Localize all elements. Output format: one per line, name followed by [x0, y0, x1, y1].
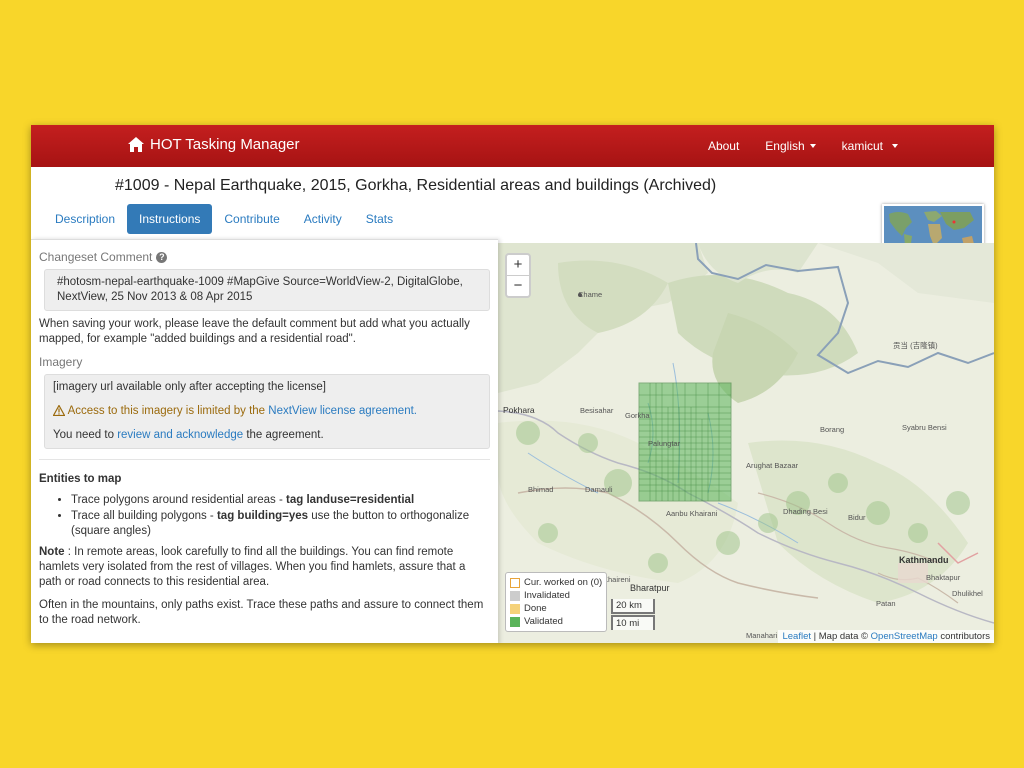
place-label: Kathmandu [899, 555, 949, 565]
legend-swatch [510, 577, 520, 588]
attribution-suffix: contributors [937, 631, 990, 642]
place-label: Chame [578, 290, 603, 299]
changeset-hint: When saving your work, please leave the … [39, 318, 470, 345]
brand-label: HOT Tasking Manager [150, 136, 300, 153]
place-label: Palungtar [648, 439, 681, 448]
openstreetmap-link[interactable]: OpenStreetMap [871, 631, 938, 642]
page-title: #1009 - Nepal Earthquake, 2015, Gorkha, … [115, 177, 717, 194]
place-label: Manahari [746, 631, 778, 640]
map-attribution: Leaflet | Map data © OpenStreetMap contr… [778, 630, 994, 643]
about-label: About [707, 139, 740, 153]
list-item: Trace polygons around residential areas … [71, 493, 490, 508]
tab-contribute[interactable]: Contribute [212, 204, 291, 234]
review-acknowledge-link[interactable]: review and acknowledge [117, 429, 243, 441]
legend-swatch [510, 616, 520, 627]
leaflet-link[interactable]: Leaflet [782, 631, 811, 642]
user-dropdown[interactable]: kamicut [842, 139, 898, 153]
acknowledge-row: You need to review and acknowledge the a… [53, 428, 481, 443]
legend-item-validated: Validated [510, 615, 602, 628]
imagery-box: [imagery url available only after accept… [44, 374, 490, 449]
place-label: Bharatpur [630, 583, 670, 593]
legend-item-cur-worked: Cur. worked on (0) [510, 576, 602, 589]
tab-stats[interactable]: Stats [354, 204, 405, 234]
place-label: Gorkha [625, 411, 650, 420]
legend-label: Done [524, 603, 547, 614]
place-label: Bhaktapur [926, 573, 961, 582]
place-label: Dhulikhel [952, 589, 983, 598]
language-dropdown[interactable]: English [765, 139, 816, 153]
imagery-url-note: [imagery url available only after accept… [53, 381, 326, 393]
place-label: Bidur [848, 513, 866, 522]
place-label: Pokhara [503, 405, 535, 415]
caret-down-icon [892, 144, 898, 148]
place-label: Borang [820, 425, 845, 434]
attribution-text: | Map data © [811, 631, 871, 642]
divider [39, 459, 490, 460]
place-label: Damauli [585, 485, 613, 494]
legend-item-invalidated: Invalidated [510, 589, 602, 602]
imagery-label: Imagery [39, 355, 83, 369]
entity-text: Trace all building polygons - [71, 510, 217, 522]
place-label: Khaireni [603, 575, 631, 584]
entity-text: Trace polygons around residential areas … [71, 494, 286, 506]
legend-swatch [510, 603, 520, 614]
zoom-out-button[interactable]: − [507, 275, 529, 296]
legend-label: Validated [524, 616, 563, 627]
changeset-label-row: Changeset Comment ? [39, 250, 490, 265]
brand-link[interactable]: HOT Tasking Manager [128, 136, 300, 153]
tab-instructions[interactable]: Instructions [127, 204, 213, 234]
help-icon[interactable]: ? [156, 252, 168, 263]
navbar-right: About English kamicut [682, 139, 898, 153]
place-label: Patan [876, 599, 896, 608]
place-label: Aanbu Khairani [666, 509, 718, 518]
note-label: Note [39, 546, 65, 558]
legend-item-done: Done [510, 602, 602, 615]
warning-icon [53, 405, 65, 416]
about-link[interactable]: About [708, 139, 739, 153]
entity-tag: tag landuse=residential [286, 494, 415, 506]
acknowledge-prefix: You need to [53, 429, 114, 441]
changeset-label: Changeset Comment [39, 250, 153, 264]
place-label: Arughat Bazaar [746, 461, 799, 470]
legend-swatch [510, 590, 520, 601]
place-label: Bhimad [528, 485, 554, 494]
tab-activity[interactable]: Activity [292, 204, 354, 234]
task-status-legend: Cur. worked on (0) Invalidated Done Vali… [505, 572, 608, 632]
scale-mi: 10 mi [611, 615, 655, 630]
place-label: Dhading Besi [783, 507, 828, 516]
entities-list: Trace polygons around residential areas … [39, 493, 490, 539]
legend-label: Cur. worked on (0) [524, 577, 603, 588]
imagery-warning: Access to this imagery is limited by the… [53, 404, 481, 419]
entities-heading: Entities to map [39, 473, 122, 485]
tab-description[interactable]: Description [43, 204, 127, 234]
imagery-warning-text: Access to this imagery is limited by the [67, 405, 266, 417]
note-text: : In remote areas, look carefully to fin… [39, 546, 466, 588]
acknowledge-suffix: the agreement. [246, 429, 324, 441]
language-label: English [765, 139, 805, 153]
mountains-paragraph: Often in the mountains, only paths exist… [39, 599, 484, 626]
home-icon [128, 137, 144, 152]
note-paragraph: Note : In remote areas, look carefully t… [39, 545, 490, 590]
changeset-comment-box[interactable]: #hotosm-nepal-earthquake-1009 #MapGive S… [44, 269, 490, 311]
scale-km: 20 km [611, 599, 655, 614]
place-label: 贡当 (吉隆镇) [893, 341, 938, 350]
instructions-panel[interactable]: Changeset Comment ? #hotosm-nepal-earthq… [31, 239, 498, 643]
legend-label: Invalidated [524, 590, 570, 601]
zoom-control: + − [505, 253, 531, 298]
place-label: Besisahar [580, 406, 614, 415]
task-map[interactable]: Chame Pokhara Besisahar 贡当 (吉隆镇) Borang … [498, 243, 994, 643]
caret-down-icon [809, 144, 816, 148]
zoom-in-button[interactable]: + [507, 255, 529, 275]
project-tabs: Description Instructions Contribute Acti… [43, 204, 405, 234]
entity-tag: tag building=yes [216, 510, 309, 522]
app-window: HOT Tasking Manager About English kamicu… [31, 125, 994, 643]
list-item: Trace all building polygons - tag buildi… [71, 509, 490, 539]
nextview-license-link[interactable]: NextView license agreement. [268, 405, 417, 417]
place-label: Syabru Bensi [902, 423, 947, 432]
top-navbar: HOT Tasking Manager About English kamicu… [31, 125, 994, 167]
user-label: kamicut [841, 139, 883, 153]
scale-bar: 20 km 10 mi [611, 599, 655, 630]
